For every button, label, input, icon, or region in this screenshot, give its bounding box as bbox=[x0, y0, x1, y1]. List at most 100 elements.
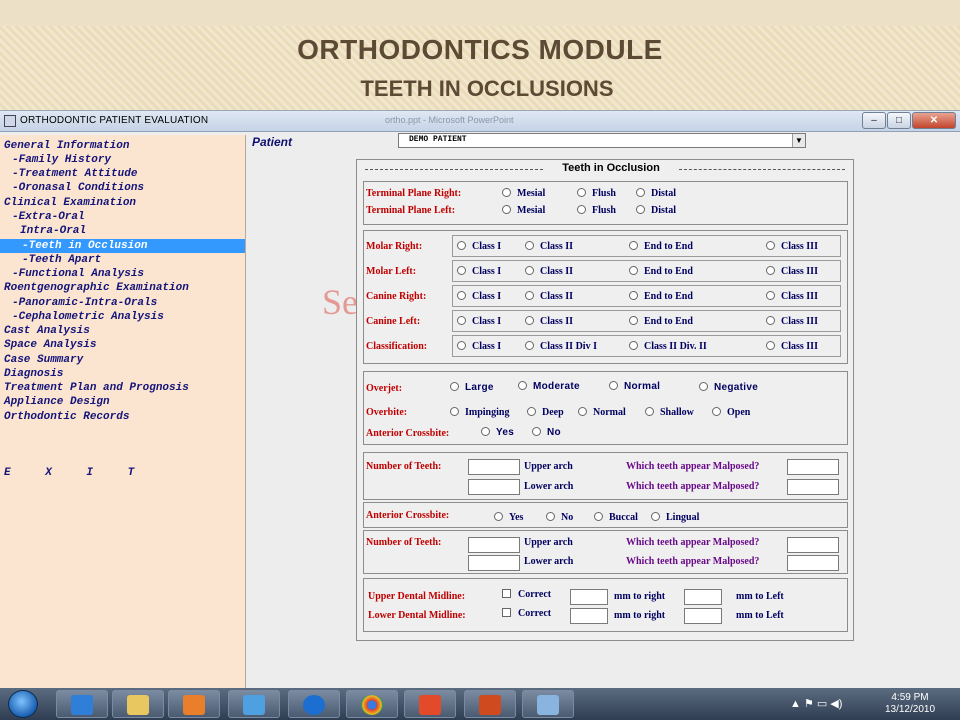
lower-midline-left-input[interactable] bbox=[684, 608, 722, 624]
upper-midline-correct[interactable]: Correct bbox=[502, 589, 551, 600]
taskbar-explorer[interactable] bbox=[112, 690, 164, 718]
anterior-crossbite-2-no[interactable]: No bbox=[546, 512, 573, 523]
nav-teeth-apart[interactable]: -Teeth Apart bbox=[22, 253, 101, 267]
taskbar-clock[interactable]: 4:59 PM 13/12/2010 bbox=[880, 692, 940, 716]
classification-class-1[interactable]: Class I bbox=[457, 341, 501, 352]
overjet-normal[interactable]: Normal bbox=[609, 381, 660, 392]
upper-midline-left-input[interactable] bbox=[684, 589, 722, 605]
system-tray[interactable]: ▲ ⚑ ▭ ◀) bbox=[790, 697, 842, 710]
anterior-crossbite-2-lingual[interactable]: Lingual bbox=[651, 512, 699, 523]
nav-family-history[interactable]: -Family History bbox=[12, 153, 111, 167]
nav-appliance-design[interactable]: Appliance Design bbox=[4, 395, 110, 409]
overjet-large[interactable]: Large bbox=[450, 382, 494, 393]
overbite-deep[interactable]: Deep bbox=[527, 407, 564, 418]
canine-right-class-1[interactable]: Class I bbox=[457, 291, 501, 302]
lower-midline-correct[interactable]: Correct bbox=[502, 608, 551, 619]
molar-left-class-2[interactable]: Class II bbox=[525, 266, 573, 277]
overjet-moderate[interactable]: Moderate bbox=[518, 381, 580, 392]
nav-treatment-attitude[interactable]: -Treatment Attitude bbox=[12, 167, 137, 181]
canine-left-end-to-end[interactable]: End to End bbox=[629, 316, 693, 327]
molar-right-class-1[interactable]: Class I bbox=[457, 241, 501, 252]
chrome-icon bbox=[361, 695, 383, 715]
nav-cast-analysis[interactable]: Cast Analysis bbox=[4, 324, 90, 338]
molar-right-end-to-end[interactable]: End to End bbox=[629, 241, 693, 252]
anterior-crossbite-2-buccal[interactable]: Buccal bbox=[594, 512, 638, 523]
nav-case-summary[interactable]: Case Summary bbox=[4, 353, 83, 367]
molar-right-class-3[interactable]: Class III bbox=[766, 241, 818, 252]
canine-left-class-1[interactable]: Class I bbox=[457, 316, 501, 327]
molar-left-class-3[interactable]: Class III bbox=[766, 266, 818, 277]
nav-roentgenographic-examination[interactable]: Roentgenographic Examination bbox=[4, 281, 189, 295]
upper-midline-label: Upper Dental Midline: bbox=[368, 591, 466, 602]
upper-midline-right-input[interactable] bbox=[570, 589, 608, 605]
upper-arch-input-2[interactable] bbox=[468, 537, 520, 553]
nav-extra-oral[interactable]: -Extra-Oral bbox=[12, 210, 85, 224]
malposed-lower-input-1[interactable] bbox=[787, 479, 839, 495]
nav-orthodontic-records[interactable]: Orthodontic Records bbox=[4, 410, 129, 424]
malposed-lower-input-2[interactable] bbox=[787, 555, 839, 571]
taskbar-teamviewer[interactable] bbox=[288, 690, 340, 718]
malposed-upper-input-1[interactable] bbox=[787, 459, 839, 475]
canine-right-class-3[interactable]: Class III bbox=[766, 291, 818, 302]
chevron-down-icon[interactable]: ▼ bbox=[792, 134, 805, 147]
overbite-impinging[interactable]: Impinging bbox=[450, 407, 509, 418]
molar-left-class-1[interactable]: Class I bbox=[457, 266, 501, 277]
molar-right-class-2[interactable]: Class II bbox=[525, 241, 573, 252]
terminal-right-mesial[interactable]: Mesial bbox=[502, 188, 545, 199]
teeth-count-label-2: Number of Teeth: bbox=[366, 537, 442, 548]
nav-space-analysis[interactable]: Space Analysis bbox=[4, 338, 96, 352]
terminal-left-mesial[interactable]: Mesial bbox=[502, 205, 545, 216]
patient-dropdown[interactable]: DEMO PATIENT ▼ bbox=[398, 133, 806, 148]
lower-arch-input-1[interactable] bbox=[468, 479, 520, 495]
nav-functional-analysis[interactable]: -Functional Analysis bbox=[12, 267, 144, 281]
classification-class-3[interactable]: Class III bbox=[766, 341, 818, 352]
nav-teeth-in-occlusion[interactable]: -Teeth in Occlusion bbox=[0, 239, 245, 253]
nav-intra-oral[interactable]: Intra-Oral bbox=[20, 224, 86, 238]
nav-diagnosis[interactable]: Diagnosis bbox=[4, 367, 63, 381]
window-titlebar[interactable]: ORTHODONTIC PATIENT EVALUATION ortho.ppt… bbox=[0, 111, 960, 132]
nav-cephalometric-analysis[interactable]: -Cephalometric Analysis bbox=[12, 310, 164, 324]
overjet-negative[interactable]: Negative bbox=[699, 382, 758, 393]
minimize-button[interactable]: – bbox=[862, 112, 886, 129]
canine-left-class-2[interactable]: Class II bbox=[525, 316, 573, 327]
anterior-crossbite-no[interactable]: No bbox=[532, 427, 561, 438]
molar-left-end-to-end[interactable]: End to End bbox=[629, 266, 693, 277]
lower-arch-input-2[interactable] bbox=[468, 555, 520, 571]
canine-right-end-to-end[interactable]: End to End bbox=[629, 291, 693, 302]
anterior-crossbite-yes[interactable]: Yes bbox=[481, 427, 514, 438]
taskbar-chrome[interactable] bbox=[346, 690, 398, 718]
lower-midline-right-label: mm to right bbox=[614, 610, 666, 621]
taskbar-app-window[interactable] bbox=[228, 690, 280, 718]
nav-panoramic-intra-orals[interactable]: -Panoramic-Intra-Orals bbox=[12, 296, 157, 310]
terminal-right-distal[interactable]: Distal bbox=[636, 188, 676, 199]
terminal-right-flush[interactable]: Flush bbox=[577, 188, 616, 199]
lower-midline-right-input[interactable] bbox=[570, 608, 608, 624]
overbite-normal[interactable]: Normal bbox=[578, 407, 626, 418]
start-button[interactable] bbox=[8, 690, 38, 718]
taskbar-paint[interactable] bbox=[522, 690, 574, 718]
nav-clinical-examination[interactable]: Clinical Examination bbox=[4, 196, 136, 210]
nav-exit[interactable]: E X I T bbox=[4, 466, 148, 480]
canine-right-class-2[interactable]: Class II bbox=[525, 291, 573, 302]
taskbar-media-player[interactable] bbox=[168, 690, 220, 718]
malposed-upper-input-2[interactable] bbox=[787, 537, 839, 553]
upper-arch-input-1[interactable] bbox=[468, 459, 520, 475]
classification-class-2-div-1[interactable]: Class II Div I bbox=[525, 341, 597, 352]
nav-treatment-plan[interactable]: Treatment Plan and Prognosis bbox=[4, 381, 189, 395]
close-button[interactable]: ✕ bbox=[912, 112, 956, 129]
terminal-left-flush[interactable]: Flush bbox=[577, 205, 616, 216]
terminal-left-distal[interactable]: Distal bbox=[636, 205, 676, 216]
nav-general-information[interactable]: General Information bbox=[4, 139, 129, 153]
maximize-button[interactable]: □ bbox=[887, 112, 911, 129]
taskbar-ortho-app[interactable] bbox=[404, 690, 456, 718]
anterior-crossbite-2-yes[interactable]: Yes bbox=[494, 512, 523, 523]
canine-left-class-3[interactable]: Class III bbox=[766, 316, 818, 327]
overbite-shallow[interactable]: Shallow bbox=[645, 407, 694, 418]
anterior-crossbite-label: Anterior Crossbite: bbox=[366, 428, 450, 439]
lower-arch-label-2: Lower arch bbox=[524, 556, 574, 567]
overbite-open[interactable]: Open bbox=[712, 407, 750, 418]
taskbar-internet-explorer[interactable] bbox=[56, 690, 108, 718]
classification-class-2-div-2[interactable]: Class II Div. II bbox=[629, 341, 707, 352]
taskbar-powerpoint[interactable] bbox=[464, 690, 516, 718]
nav-oronasal-conditions[interactable]: -Oronasal Conditions bbox=[12, 181, 144, 195]
